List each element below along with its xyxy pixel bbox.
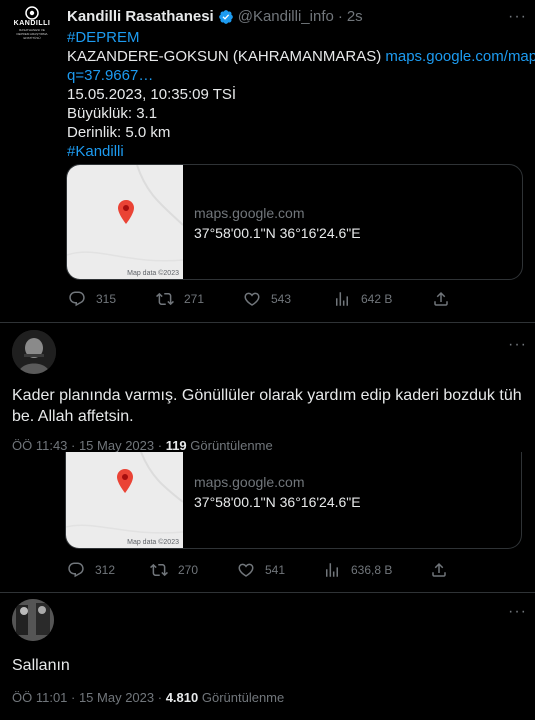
card-domain: maps.google.com <box>194 474 305 490</box>
views-button[interactable]: 642 B <box>333 290 392 308</box>
like-button[interactable]: 541 <box>237 561 285 579</box>
reply-count: 312 <box>95 563 116 577</box>
tweet-timestamp[interactable]: ÖÖ 11:01 · 15 May 2023 · <box>12 690 162 705</box>
like-count: 541 <box>265 563 286 577</box>
card-title: 37°58'00.1"N 36°16'24.6"E <box>194 494 361 510</box>
maps-link-continued[interactable]: q=37.9667… <box>67 67 153 84</box>
map-thumbnail: Map data ©2023 <box>67 165 183 279</box>
hashtag-kandilli[interactable]: #Kandilli <box>67 143 124 160</box>
separator-dot: · <box>337 8 343 25</box>
author-name[interactable]: Kandilli Rasathanesi <box>67 8 214 26</box>
reply-icon <box>68 562 84 578</box>
views-count: 636,8 B <box>351 563 393 577</box>
share-button[interactable] <box>432 290 460 308</box>
card-domain: maps.google.com <box>194 205 305 221</box>
divider <box>0 592 535 593</box>
hashtag-deprem[interactable]: #DEPREM <box>67 29 140 46</box>
reply-button[interactable]: 315 <box>68 290 116 308</box>
reply-icon <box>69 291 85 307</box>
maps-link[interactable]: maps.google.com/maps? <box>385 48 535 65</box>
more-options-icon[interactable]: ··· <box>508 604 527 620</box>
map-background-icon <box>66 452 183 534</box>
avatar-logo-text: KANDILLI <box>13 20 51 27</box>
location-text: KAZANDERE-GOKSUN (KAHRAMANMARAS) <box>67 48 382 65</box>
link-card[interactable]: Map data ©2023 maps.google.com 37°58'00.… <box>66 164 523 280</box>
depth-line: Derinlik: 5.0 km <box>67 124 171 141</box>
more-options-icon[interactable]: ··· <box>508 337 527 353</box>
views-count: 4.810 <box>165 690 199 705</box>
views-label: Görüntülenme <box>201 690 285 705</box>
tweet-text: Sallanın <box>12 657 70 674</box>
map-data-label: Map data ©2023 <box>127 270 179 277</box>
link-card[interactable]: Map data ©2023 maps.google.com 37°58'00.… <box>65 452 522 549</box>
like-button[interactable]: 543 <box>243 290 291 308</box>
retweet-count: 271 <box>184 292 205 306</box>
magnitude-line: Büyüklük: 3.1 <box>67 105 158 122</box>
retweet-icon <box>150 563 168 577</box>
avatar[interactable] <box>12 330 56 374</box>
views-chart-icon <box>326 563 338 577</box>
heart-icon <box>244 292 260 306</box>
tweet-text: Kader planında varmış. Gönüllüler olarak… <box>12 387 522 425</box>
map-pin-icon <box>118 200 134 224</box>
more-options-icon[interactable]: ··· <box>508 9 527 25</box>
views-count: 642 B <box>361 292 393 306</box>
tweet-time[interactable]: 2s <box>347 8 363 26</box>
share-icon <box>432 562 446 577</box>
avatar[interactable]: KANDILLI RASATHANESI VE DEPREM ARAŞTIRMA… <box>12 6 52 46</box>
retweet-button[interactable]: 271 <box>156 290 204 308</box>
retweet-button[interactable]: 270 <box>150 561 198 579</box>
share-button[interactable] <box>430 561 458 579</box>
views-count: 119 <box>165 438 187 453</box>
datetime-line: 15.05.2023, 10:35:09 TSİ <box>67 86 237 103</box>
retweet-icon <box>156 292 174 306</box>
views-label: Görüntülenme <box>190 438 273 453</box>
reply-count: 315 <box>96 292 117 306</box>
user-avatar-photo-icon <box>12 599 54 641</box>
reply-button[interactable]: 312 <box>67 561 115 579</box>
card-title: 37°58'00.1"N 36°16'24.6"E <box>194 225 361 241</box>
verified-badge-icon <box>218 10 233 24</box>
views-button[interactable]: 636,8 B <box>323 561 392 579</box>
like-count: 543 <box>271 292 292 306</box>
avatar[interactable] <box>12 599 54 641</box>
heart-icon <box>238 563 254 577</box>
avatar-logo-subtext: RASATHANESI VE DEPREM ARAŞTIRMA ENSTİTÜS… <box>16 28 48 40</box>
map-thumbnail: Map data ©2023 <box>66 452 183 548</box>
map-pin-icon <box>117 469 133 493</box>
author-handle[interactable]: @Kandilli_info <box>238 8 334 26</box>
map-data-label: Map data ©2023 <box>127 539 179 546</box>
divider <box>0 322 535 323</box>
retweet-count: 270 <box>178 563 199 577</box>
views-chart-icon <box>336 292 348 306</box>
tweet-timestamp[interactable]: ÖÖ 11:43 · 15 May 2023 · <box>12 438 162 453</box>
user-avatar-photo-icon <box>12 330 56 374</box>
kandilli-logo-icon <box>25 6 39 20</box>
share-icon <box>434 291 448 306</box>
